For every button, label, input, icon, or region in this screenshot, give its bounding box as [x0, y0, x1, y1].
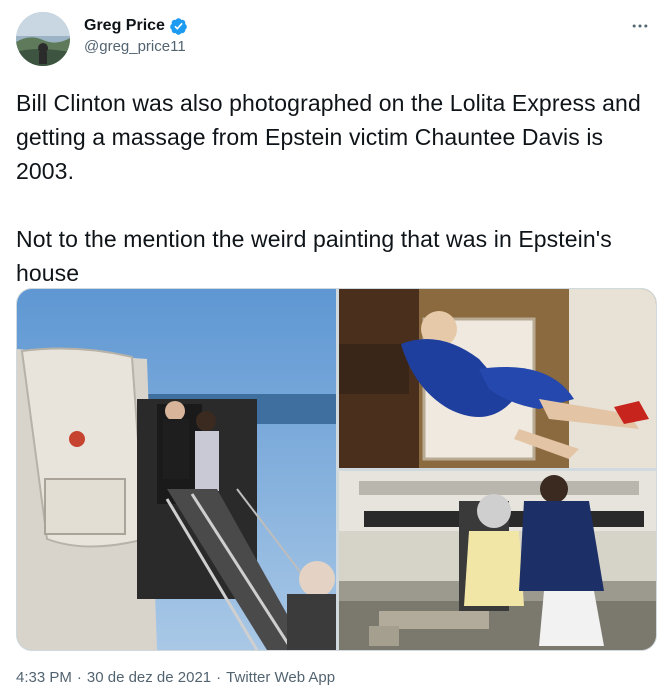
display-name[interactable]: Greg Price [84, 16, 165, 36]
verified-badge-icon [169, 17, 188, 36]
tweet-source[interactable]: Twitter Web App [226, 668, 335, 688]
author-handle[interactable]: @greg_price11 [84, 37, 188, 57]
photo-plane-stairs[interactable] [17, 289, 336, 650]
meta-separator: · [216, 669, 222, 686]
photo-massage[interactable] [339, 471, 656, 650]
avatar[interactable] [16, 12, 70, 66]
photo-painting[interactable] [339, 289, 656, 468]
author-info: Greg Price @greg_price11 [84, 16, 188, 57]
meta-separator: · [76, 669, 82, 686]
tweet-header: Greg Price @greg_price11 [16, 12, 656, 68]
tweet-date[interactable]: 30 de dez de 2021 [87, 668, 211, 688]
tweet-text: Bill Clinton was also photographed on th… [16, 90, 641, 286]
media-grid [16, 288, 657, 651]
tweet-meta: 4:33 PM · 30 de dez de 2021 · Twitter We… [16, 668, 335, 688]
tweet-time[interactable]: 4:33 PM [16, 668, 72, 688]
more-options-icon[interactable] [628, 14, 652, 38]
